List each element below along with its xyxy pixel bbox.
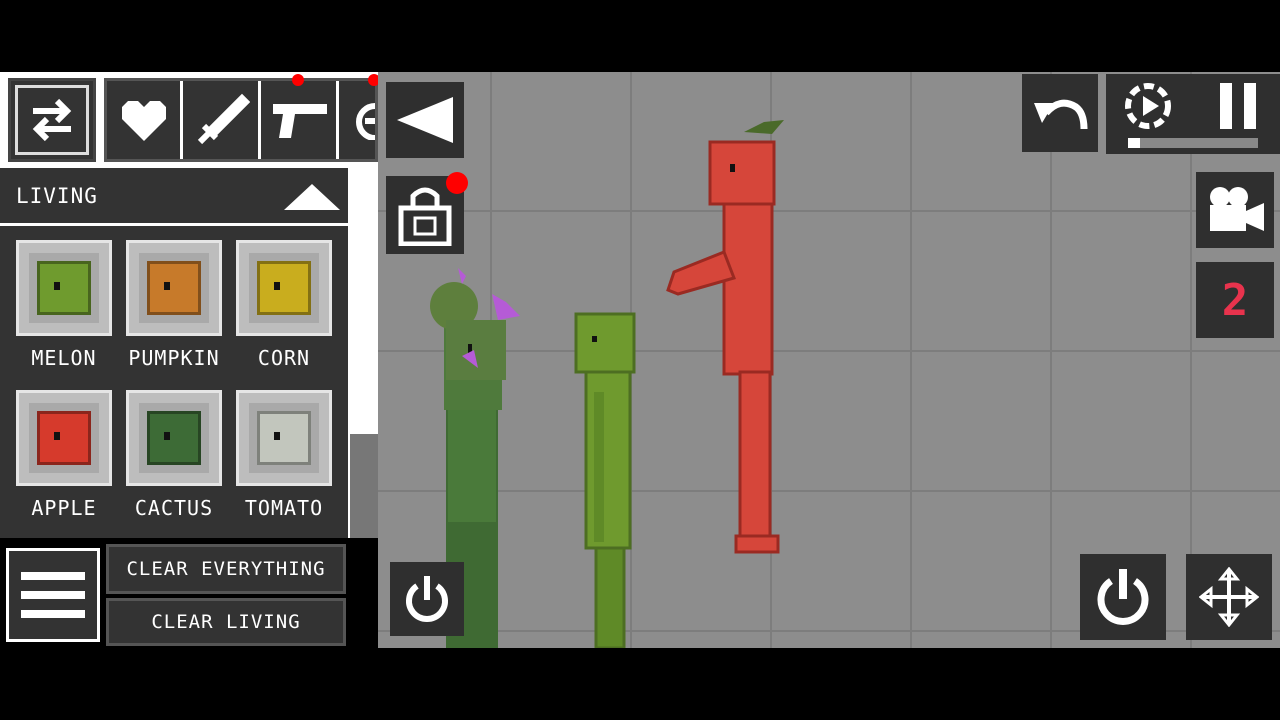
collapse-icon[interactable] (282, 180, 342, 214)
item-head-icon (257, 411, 311, 465)
item-panel: LIVING CLEAR EVERYTHING CLEAR LIVING MEL… (0, 72, 380, 648)
undo-icon (1034, 99, 1088, 130)
item-cell-cactus[interactable] (126, 390, 222, 486)
item-label: APPLE (31, 496, 97, 520)
item-head-icon (37, 411, 91, 465)
item-label: CORN (257, 346, 311, 370)
time-scale-slider[interactable] (1128, 138, 1258, 148)
item-head-icon (147, 261, 201, 315)
swap-icon (32, 98, 72, 142)
item-thumbnail (139, 403, 209, 473)
item-label: TOMATO (244, 496, 324, 520)
power-button-left[interactable] (390, 562, 464, 636)
power-icon (406, 576, 448, 622)
item-eye (274, 432, 280, 440)
category-header: LIVING (0, 170, 348, 226)
category-tabs (104, 78, 378, 162)
swap-button[interactable] (8, 78, 96, 162)
item-cell-tomato[interactable] (236, 390, 332, 486)
item-eye (164, 432, 170, 440)
menu-icon (21, 572, 85, 618)
item-label: CACTUS (134, 496, 214, 520)
clear-living-button[interactable]: CLEAR LIVING (106, 598, 346, 646)
undo-button[interactable] (1022, 74, 1098, 152)
item-cell-corn[interactable] (236, 240, 332, 336)
item-eye (274, 282, 280, 290)
item-cell-melon[interactable] (16, 240, 112, 336)
slowmo-button[interactable] (1110, 76, 1186, 136)
item-thumbnail (139, 253, 209, 323)
time-scale-fill (1128, 138, 1140, 148)
tab-living[interactable] (107, 81, 183, 159)
item-cell-pumpkin[interactable] (126, 240, 222, 336)
item-eye (54, 282, 60, 290)
tab-melee[interactable] (185, 81, 261, 159)
tab-notification-dot (292, 74, 304, 86)
apple-figure (666, 120, 784, 554)
item-label: PUMPKIN (128, 346, 220, 370)
melon-figure (574, 312, 636, 648)
category-title: LIVING (16, 184, 98, 208)
item-thumbnail (249, 403, 319, 473)
heart-icon (121, 101, 166, 141)
slowmo-icon (1125, 83, 1171, 129)
clear-everything-button[interactable]: CLEAR EVERYTHING (106, 544, 346, 594)
camera-count-button[interactable]: 2 (1196, 262, 1274, 338)
item-head-icon (37, 261, 91, 315)
clear-living-label: CLEAR LIVING (151, 611, 301, 633)
power-button-right[interactable] (1080, 554, 1166, 640)
item-eye (54, 432, 60, 440)
pause-button[interactable] (1200, 76, 1276, 136)
pause-icon (1220, 83, 1256, 129)
camera-count: 2 (1221, 274, 1249, 326)
tab-explosives[interactable] (341, 81, 375, 159)
item-head-icon (147, 411, 201, 465)
scroll-track (350, 434, 378, 538)
tab-firearms[interactable] (263, 81, 339, 159)
camera-button[interactable] (1196, 172, 1274, 248)
power-icon (1097, 569, 1149, 625)
bomb-icon (356, 103, 375, 140)
camera-icon (1210, 187, 1264, 231)
move-button[interactable] (1186, 554, 1272, 640)
item-label: MELON (31, 346, 97, 370)
clear-everything-label: CLEAR EVERYTHING (126, 558, 326, 580)
item-thumbnail (249, 253, 319, 323)
item-cell-apple[interactable] (16, 390, 112, 486)
item-head-icon (257, 261, 311, 315)
item-eye (164, 282, 170, 290)
sword-icon (197, 93, 250, 145)
gun-icon (272, 104, 327, 138)
item-thumbnail (29, 403, 99, 473)
scrollbar[interactable] (350, 168, 378, 434)
menu-button[interactable] (6, 548, 100, 642)
item-thumbnail (29, 253, 99, 323)
move-icon (1199, 567, 1259, 627)
